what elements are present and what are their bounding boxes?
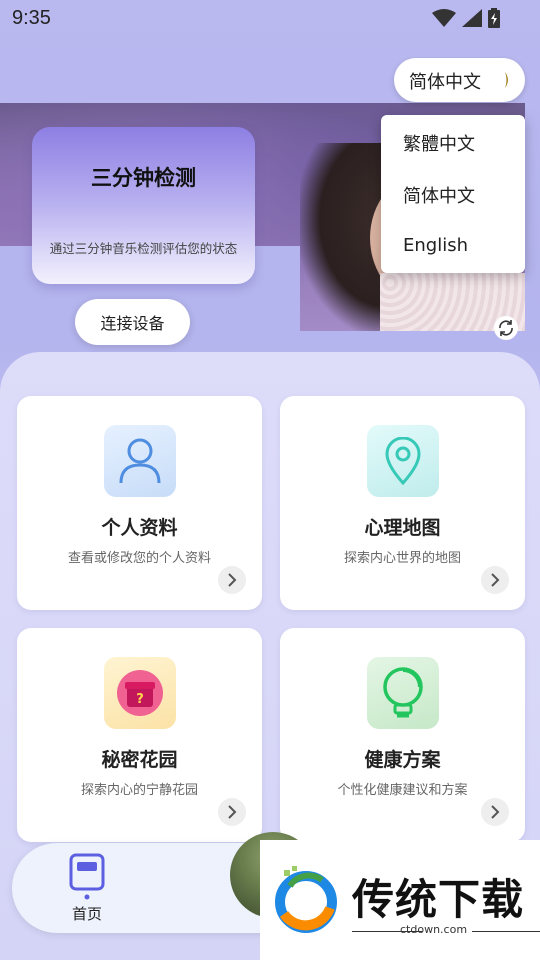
feature-title: 个人资料 <box>101 517 178 539</box>
nav-home-label: 首页 <box>71 905 102 923</box>
lightbulb-icon <box>367 657 439 729</box>
chevron-right-icon[interactable] <box>481 798 509 826</box>
chevron-right-icon[interactable] <box>218 798 246 826</box>
home-device-icon <box>69 853 105 900</box>
status-bar: 9:35 <box>0 0 540 36</box>
language-option-english[interactable]: English <box>403 235 468 256</box>
feature-title: 秘密花园 <box>101 749 178 771</box>
connect-device-button[interactable]: 连接设备 <box>75 299 190 345</box>
feature-desc: 探索内心的宁静花园 <box>80 783 198 798</box>
three-minute-test-card[interactable]: 三分钟检测 通过三分钟音乐检测评估您的状态 <box>32 127 255 284</box>
nav-home-tab[interactable]: 首页 <box>64 853 110 925</box>
language-option-simplified[interactable]: 简体中文 <box>403 182 475 208</box>
battery-icon <box>488 8 500 28</box>
gift-icon: ? <box>104 657 176 729</box>
refresh-icon[interactable] <box>494 316 518 340</box>
language-selector[interactable]: 简体中文 <box>394 58 525 102</box>
status-icons <box>432 8 500 28</box>
feature-tile-profile[interactable]: 个人资料 查看或修改您的个人资料 <box>17 396 262 610</box>
watermark-logo-icon <box>275 866 337 933</box>
language-dropdown-menu: 繁體中文 简体中文 English <box>381 115 525 273</box>
language-toggle-icon <box>503 72 511 92</box>
status-time: 9:35 <box>12 7 51 29</box>
feature-tile-mind-map[interactable]: 心理地图 探索内心世界的地图 <box>280 396 525 610</box>
language-option-traditional[interactable]: 繁體中文 <box>403 130 475 156</box>
watermark-rule-right <box>472 931 540 932</box>
watermark-title: 传统下载 <box>352 875 525 924</box>
feature-desc: 查看或修改您的个人资料 <box>67 551 211 566</box>
test-card-desc: 通过三分钟音乐检测评估您的状态 <box>49 241 238 256</box>
feature-tile-health-plan[interactable]: 健康方案 个性化健康建议和方案 <box>280 628 525 842</box>
language-current-label: 简体中文 <box>409 72 481 93</box>
chevron-right-icon[interactable] <box>481 566 509 594</box>
wifi-icon <box>432 9 456 27</box>
test-card-title: 三分钟检测 <box>91 166 196 190</box>
signal-icon <box>462 9 482 27</box>
watermark-url: ctdown.com <box>400 923 468 936</box>
user-icon <box>104 425 176 497</box>
feature-title: 心理地图 <box>364 517 441 539</box>
chevron-right-icon[interactable] <box>218 566 246 594</box>
feature-tile-secret-garden[interactable]: ? 秘密花园 探索内心的宁静花园 <box>17 628 262 842</box>
svg-text:?: ? <box>136 692 144 707</box>
watermark: 传统下载 ctdown.com <box>260 840 540 960</box>
map-pin-icon <box>367 425 439 497</box>
feature-title: 健康方案 <box>364 749 441 771</box>
feature-desc: 个性化健康建议和方案 <box>337 783 468 798</box>
feature-desc: 探索内心世界的地图 <box>343 551 461 566</box>
